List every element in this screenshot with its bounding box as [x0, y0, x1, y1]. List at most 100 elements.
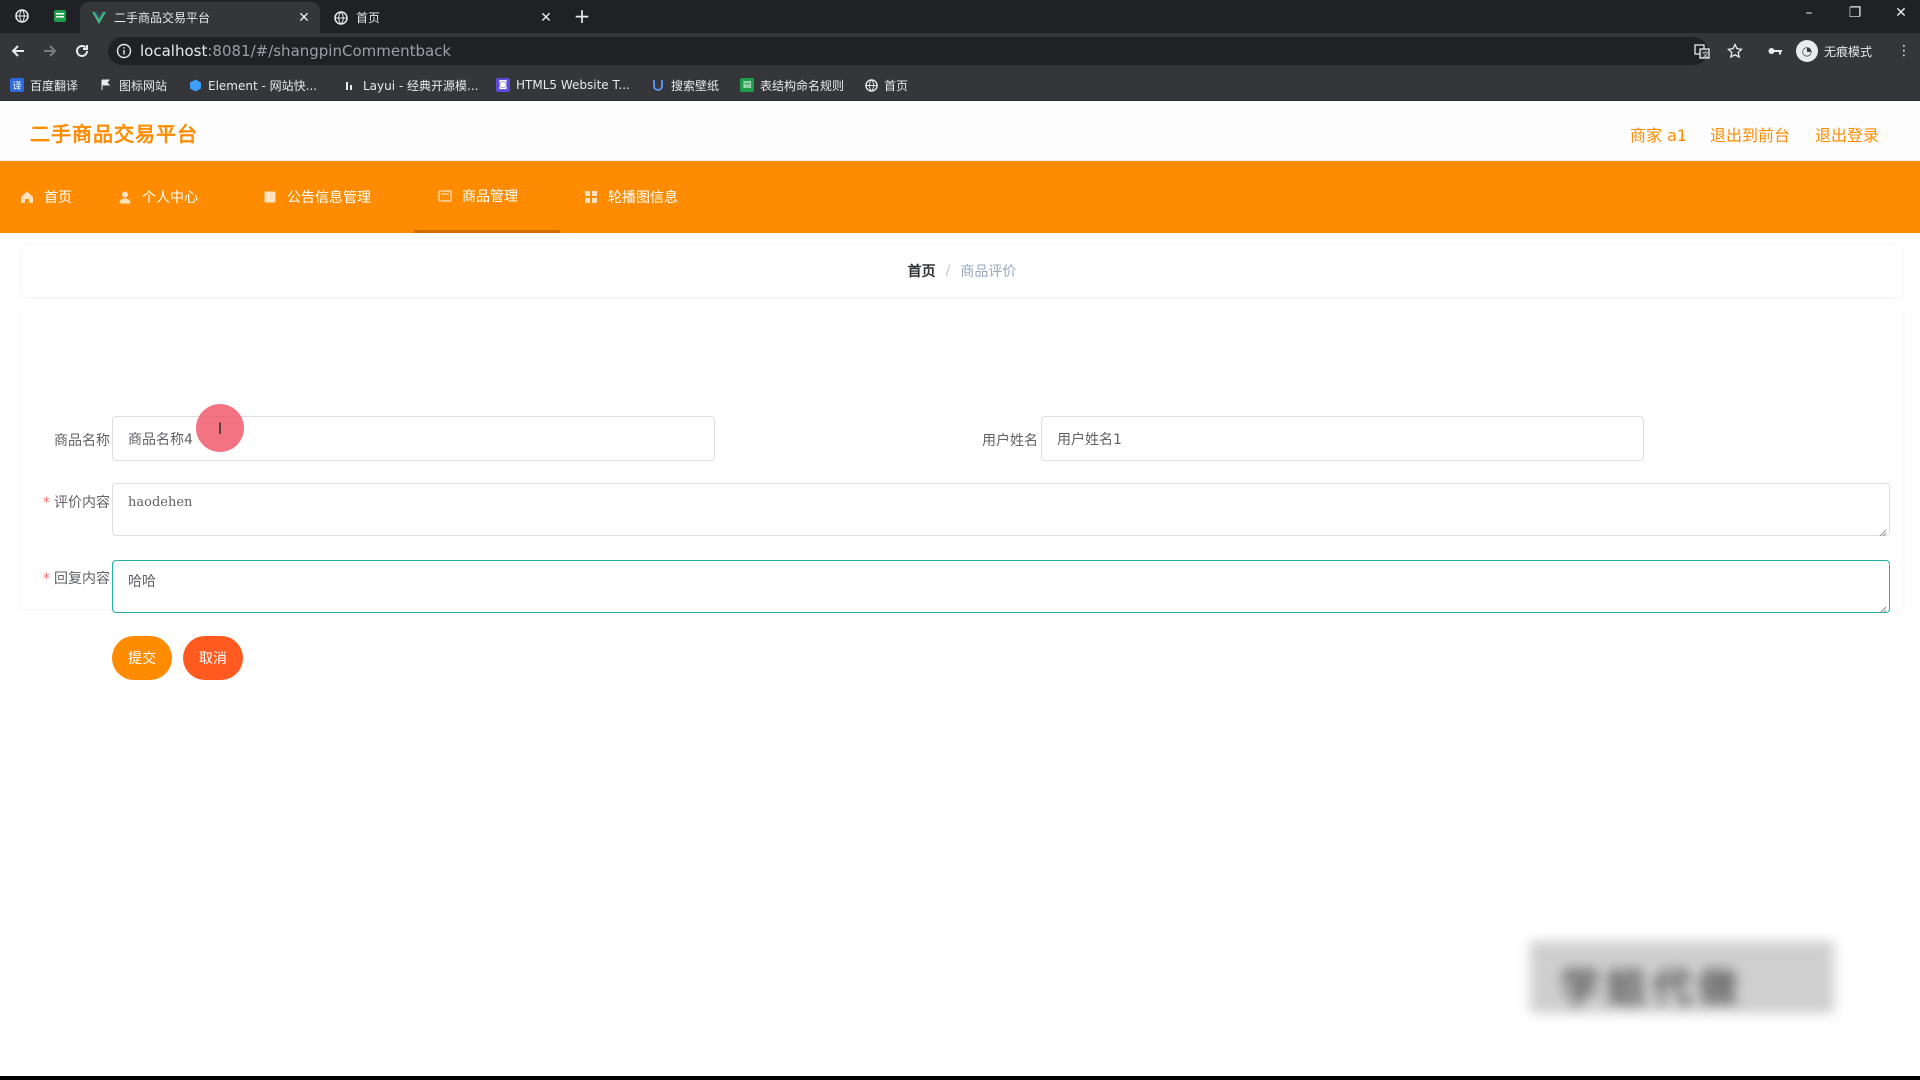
tab-title: 二手商品交易平台 — [114, 11, 211, 25]
required-mark: * — [43, 495, 50, 511]
reply-textarea[interactable]: 哈哈 — [112, 560, 1890, 614]
bookmark-label: 表结构命名规则 — [760, 78, 845, 93]
menu-item-profile[interactable]: 个人中心 — [118, 161, 198, 233]
incognito-label: 无痕模式 — [1824, 44, 1873, 59]
bookmark-label: 图标网站 — [119, 78, 168, 93]
minimize-button[interactable]: – — [1786, 0, 1832, 28]
bookmarks-bar: 译 百度翻译 图标网站 Element - 网站快... Layui - 经典开… — [0, 69, 1920, 101]
menu-label: 轮播图信息 — [608, 190, 678, 206]
info-icon[interactable] — [116, 43, 132, 59]
bookmark-star-icon[interactable] — [1725, 41, 1745, 61]
site-header: 二手商品交易平台 商家 a1 退出到前台 退出登录 — [0, 101, 1920, 161]
comment-text: haodehen — [128, 495, 193, 510]
back-to-front-link[interactable]: 退出到前台 — [1710, 122, 1790, 146]
goods-icon — [438, 189, 452, 203]
incognito-icon: ◔ — [1796, 40, 1818, 62]
bookmark-item[interactable]: 图标网站 — [99, 75, 167, 95]
bookmark-item[interactable]: ◙ HTML5 Website T... — [496, 75, 630, 95]
restore-button[interactable]: ❐ — [1832, 0, 1878, 28]
svg-text:文: 文 — [1702, 50, 1709, 59]
current-user: 商家 a1 — [1630, 126, 1688, 145]
bookmark-item[interactable]: Element - 网站快... — [188, 75, 317, 95]
menu-item-home[interactable]: 首页 — [20, 161, 72, 233]
comment-reply-form: 商品名称 商品名称4 用户姓名 用户姓名1 * 评价内容 haodehen * 回复… — [22, 309, 1902, 680]
menu-label: 个人中心 — [142, 190, 198, 206]
translate-icon: 译 — [10, 78, 24, 92]
site-brand[interactable]: 二手商品交易平台 — [30, 118, 198, 147]
comment-label: * 评价内容 — [32, 492, 110, 512]
bookmark-item[interactable]: 译 百度翻译 — [10, 75, 78, 95]
page-content: 二手商品交易平台 商家 a1 退出到前台 退出登录 首页 个人中心 公告信息管理… — [0, 101, 1920, 1076]
submit-button[interactable]: 提交 — [112, 636, 172, 680]
reply-text: 哈哈 — [128, 574, 156, 590]
reply-label: * 回复内容 — [32, 568, 110, 588]
home-icon — [20, 190, 34, 204]
bookmark-label: 搜索壁纸 — [671, 78, 720, 93]
globe-icon — [334, 10, 348, 25]
notice-icon — [263, 190, 277, 204]
bookmark-item[interactable]: Layui - 经典开源模... — [343, 75, 478, 95]
watermark-text: 学姐代做 — [1560, 965, 1744, 1011]
user-name-input[interactable]: 用户姓名1 — [1041, 416, 1644, 461]
browser-window: 二手商品交易平台 ✕ 首页 ✕ + – ❐ ✕ localhost:8081/#… — [0, 0, 1920, 1080]
new-tab-button[interactable]: + — [570, 6, 594, 28]
comment-textarea[interactable]: haodehen — [112, 483, 1890, 537]
pinned-tab-sheet-icon[interactable] — [50, 6, 70, 26]
layui-icon — [343, 78, 357, 92]
tab-home[interactable]: 首页 ✕ — [322, 2, 562, 33]
resize-handle-icon[interactable] — [1879, 525, 1887, 537]
watermark: 学姐代做 — [1530, 941, 1834, 1013]
close-window-button[interactable]: ✕ — [1878, 0, 1920, 28]
bookmark-label: Layui - 经典开源模... — [363, 78, 479, 93]
bookmark-item[interactable]: ▤ 表结构命名规则 — [740, 75, 844, 95]
menu-item-notice[interactable]: 公告信息管理 — [263, 161, 371, 233]
bookmark-label: 首页 — [884, 78, 909, 93]
tab-title: 首页 — [356, 11, 381, 25]
reply-label-text: 回复内容 — [54, 571, 110, 587]
bookmark-item[interactable]: 搜索壁纸 — [651, 75, 719, 95]
menu-label: 首页 — [44, 190, 72, 206]
flag-icon — [99, 78, 113, 92]
pinned-tab-globe-icon[interactable] — [12, 6, 32, 26]
screen-bottom-edge — [0, 1076, 1920, 1080]
breadcrumb-separator: / — [945, 263, 951, 279]
menu-label: 公告信息管理 — [287, 190, 371, 206]
main-menu: 首页 个人中心 公告信息管理 商品管理 轮播图信息 — [0, 161, 1920, 233]
bookmark-label: HTML5 Website T... — [516, 78, 630, 92]
tab-strip: 二手商品交易平台 ✕ 首页 ✕ + – ❐ ✕ — [0, 0, 1920, 33]
bookmark-label: 百度翻译 — [30, 78, 79, 93]
globe-icon — [864, 78, 878, 92]
reload-icon[interactable] — [70, 39, 94, 63]
comment-label-text: 评价内容 — [54, 495, 110, 511]
element-icon — [188, 78, 202, 92]
key-icon[interactable] — [1765, 41, 1785, 61]
breadcrumb-home[interactable]: 首页 — [908, 261, 936, 281]
text-cursor-icon: I — [196, 404, 244, 452]
browser-toolbar: localhost:8081/#/shangpinCommentback 文 ◔… — [0, 33, 1920, 69]
menu-label: 商品管理 — [462, 188, 518, 205]
more-menu-icon[interactable]: ⋮ — [1894, 41, 1914, 61]
menu-item-carousel[interactable]: 轮播图信息 — [584, 161, 678, 233]
address-bar[interactable]: localhost:8081/#/shangpinCommentback — [108, 37, 1708, 65]
bookmark-item[interactable]: 首页 — [864, 75, 908, 95]
close-icon[interactable]: ✕ — [294, 8, 314, 28]
cancel-button[interactable]: 取消 — [183, 636, 243, 680]
menu-item-goods[interactable]: 商品管理 — [414, 161, 560, 233]
sheet-icon: ▤ — [740, 78, 754, 92]
breadcrumb: 首页 / 商品评价 — [22, 245, 1902, 297]
bookmark-label: Element - 网站快... — [208, 78, 318, 93]
breadcrumb-current: 商品评价 — [960, 264, 1017, 280]
vue-icon — [92, 11, 106, 25]
close-icon[interactable]: ✕ — [536, 8, 556, 28]
forward-arrow-icon[interactable] — [38, 39, 62, 63]
resize-handle-icon[interactable] — [1879, 602, 1887, 614]
translate-icon[interactable]: 文 — [1692, 41, 1712, 61]
user-icon — [118, 190, 132, 204]
url-text: localhost:8081/#/shangpinCommentback — [140, 42, 452, 60]
required-mark: * — [43, 571, 50, 587]
carousel-icon — [584, 190, 598, 204]
tab-platform[interactable]: 二手商品交易平台 ✕ — [80, 2, 320, 33]
logout-link[interactable]: 退出登录 — [1815, 122, 1879, 146]
incognito-indicator[interactable]: ◔ 无痕模式 — [1796, 38, 1872, 64]
back-arrow-icon[interactable] — [6, 39, 30, 63]
